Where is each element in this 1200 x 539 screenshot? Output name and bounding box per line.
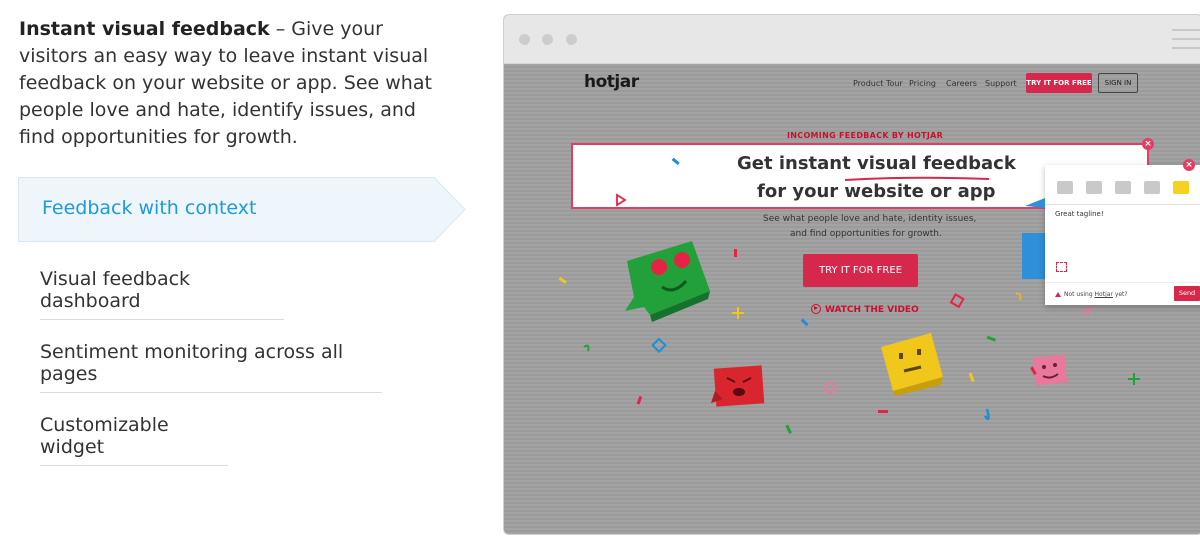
face-like-icon <box>1144 181 1160 194</box>
widget-footer-divider <box>1045 282 1200 283</box>
hotjar-link: Hotjar <box>1094 291 1113 298</box>
hotjar-mini-logo-icon <box>1055 292 1061 297</box>
browser-mockup: hotjar Product Tour Pricing Careers Supp… <box>503 14 1200 535</box>
website-screenshot: hotjar Product Tour Pricing Careers Supp… <box>504 64 1200 534</box>
send-button: Send <box>1174 286 1200 301</box>
hamburger-icon <box>1172 29 1200 56</box>
window-dot-icon <box>542 34 553 45</box>
window-dot-icon <box>519 34 530 45</box>
face-neutral-icon <box>1115 181 1131 194</box>
feature-tab-label: Feedback with context <box>42 197 257 219</box>
feedback-widget: Great tagline! Not using Hotjar yet? Sen… <box>1045 165 1200 305</box>
select-element-icon <box>1056 262 1067 272</box>
widget-divider <box>1045 204 1200 205</box>
not-using-hotjar-text: Not using Hotjar yet? <box>1064 291 1128 298</box>
face-love-icon <box>1173 181 1189 194</box>
feature-tab-sentiment-monitoring[interactable]: Sentiment monitoring across all pages <box>40 341 382 393</box>
intro-heading: Instant visual feedback <box>19 18 270 40</box>
widget-comment: Great tagline! <box>1055 210 1104 218</box>
intro-paragraph: Instant visual feedback – Give your visi… <box>19 16 449 151</box>
not-using-prefix: Not using <box>1064 291 1095 298</box>
widget-pointer-icon <box>1025 198 1045 208</box>
feature-tab-feedback-with-context[interactable]: Feedback with context <box>18 177 466 242</box>
feature-tab-customizable-widget[interactable]: Customizable widget <box>40 414 228 466</box>
window-dot-icon <box>566 34 577 45</box>
not-using-suffix: yet? <box>1112 291 1128 298</box>
widget-close-icon: × <box>1183 159 1195 171</box>
rating-faces <box>1057 179 1200 198</box>
browser-titlebar <box>504 15 1200 64</box>
face-hate-icon <box>1057 181 1073 194</box>
face-dislike-icon <box>1086 181 1102 194</box>
feature-tab-visual-feedback-dashboard[interactable]: Visual feedback dashboard <box>40 268 284 320</box>
